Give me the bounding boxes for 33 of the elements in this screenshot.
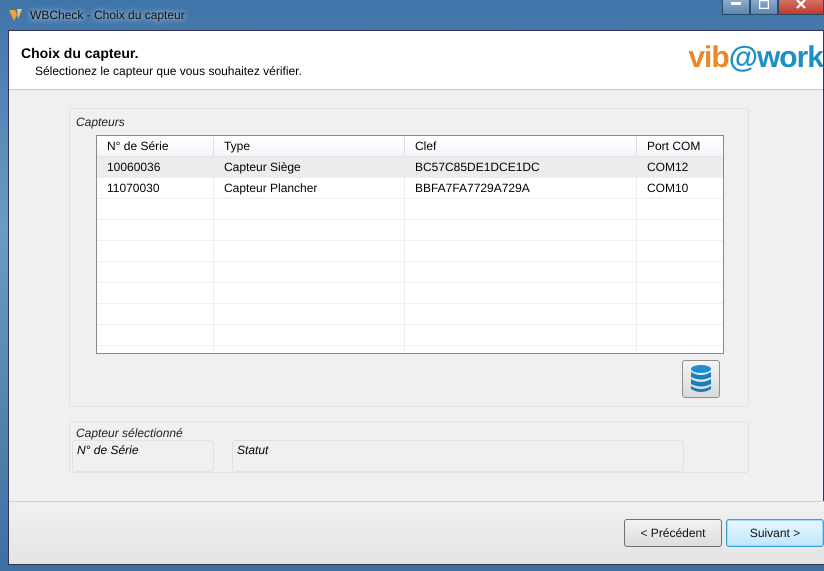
field-label: N° de Série: [77, 443, 138, 457]
table-cell: BC57C85DE1DCE1DC: [405, 157, 637, 177]
column-header[interactable]: Type: [214, 136, 405, 156]
group-title: Capteur sélectionné: [76, 426, 184, 440]
table-row[interactable]: 10060036 Capteur Siège BC57C85DE1DCE1DC COM12: [97, 157, 723, 178]
table-cell: COM12: [637, 157, 723, 177]
table-cell: 11070030: [97, 178, 214, 198]
column-header[interactable]: Clef: [405, 136, 637, 156]
table-cell: Capteur Plancher: [214, 178, 405, 198]
close-button[interactable]: [778, 0, 824, 15]
table-cell: COM10: [637, 178, 723, 198]
group-title: Capteurs: [76, 115, 125, 129]
column-header[interactable]: Port COM: [637, 136, 723, 156]
app-icon: [8, 7, 24, 23]
page-subtitle: Sélectionez le capteur que vous souhaitez vérifier.: [35, 64, 302, 78]
close-icon: [796, 0, 806, 9]
database-button[interactable]: [682, 360, 720, 398]
next-button[interactable]: Suivant >: [726, 519, 824, 547]
minimize-button[interactable]: [722, 0, 750, 15]
previous-button[interactable]: < Précédent: [624, 519, 722, 547]
logo: vib@work: [688, 41, 823, 76]
field-label: Statut: [237, 443, 268, 457]
database-icon: [689, 364, 713, 394]
table-cell: 10060036: [97, 157, 214, 177]
maximize-button[interactable]: [750, 0, 778, 15]
window-title: WBCheck - Choix du capteur: [30, 8, 185, 22]
table-cell: BBFA7FA7729A729A: [405, 178, 637, 198]
page-title: Choix du capteur.: [21, 45, 140, 61]
table-cell: Capteur Siège: [214, 157, 405, 177]
minimize-icon: [731, 2, 741, 6]
maximize-icon: [759, 0, 769, 8]
table-row[interactable]: 11070030 Capteur Plancher BBFA7FA7729A729A COM10: [97, 178, 723, 199]
column-header[interactable]: N° de Série: [97, 136, 214, 156]
